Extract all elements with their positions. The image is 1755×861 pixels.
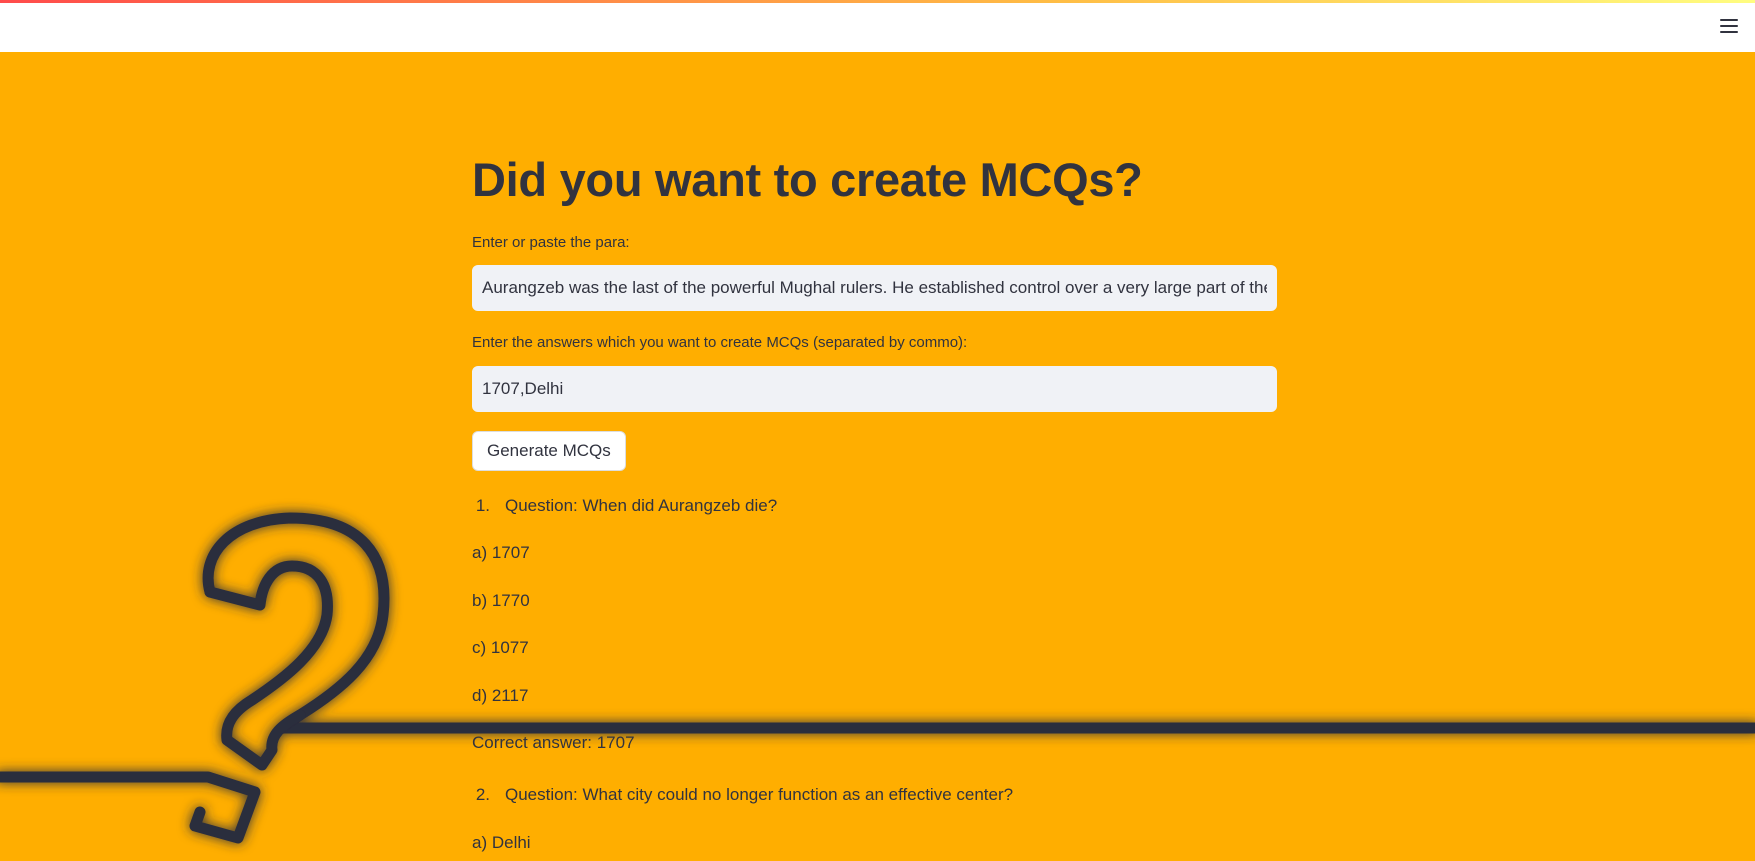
option-c: c) 1077 (472, 638, 529, 657)
question-number: 2. (475, 785, 490, 804)
para-label: Enter or paste the para: (472, 234, 630, 251)
para-input[interactable] (472, 265, 1277, 311)
question-mark-background-art (0, 512, 1755, 844)
app-header (0, 0, 1755, 52)
answers-input[interactable] (472, 366, 1277, 412)
answers-label: Enter the answers which you want to crea… (472, 334, 968, 351)
question-item: 2. Question: What city could no longer fu… (472, 785, 1013, 805)
hamburger-menu-icon[interactable] (1719, 19, 1739, 35)
generate-mcqs-button[interactable]: Generate MCQs (472, 431, 626, 471)
option-d: d) 2117 (472, 686, 529, 705)
option-b: b) 1770 (472, 591, 530, 610)
question-number: 1. (475, 496, 490, 515)
question-text: Question: When did Aurangzeb die? (505, 496, 778, 515)
option-a: a) 1707 (472, 543, 530, 562)
question-text: Question: What city could no longer func… (505, 785, 1014, 804)
page-title: Did you want to create MCQs? (472, 153, 1143, 206)
correct-answer: Correct answer: 1707 (472, 733, 635, 752)
option-a: a) Delhi (472, 833, 531, 852)
header-decoration-bar (0, 0, 1755, 3)
question-item: 1. Question: When did Aurangzeb die? (472, 496, 777, 516)
